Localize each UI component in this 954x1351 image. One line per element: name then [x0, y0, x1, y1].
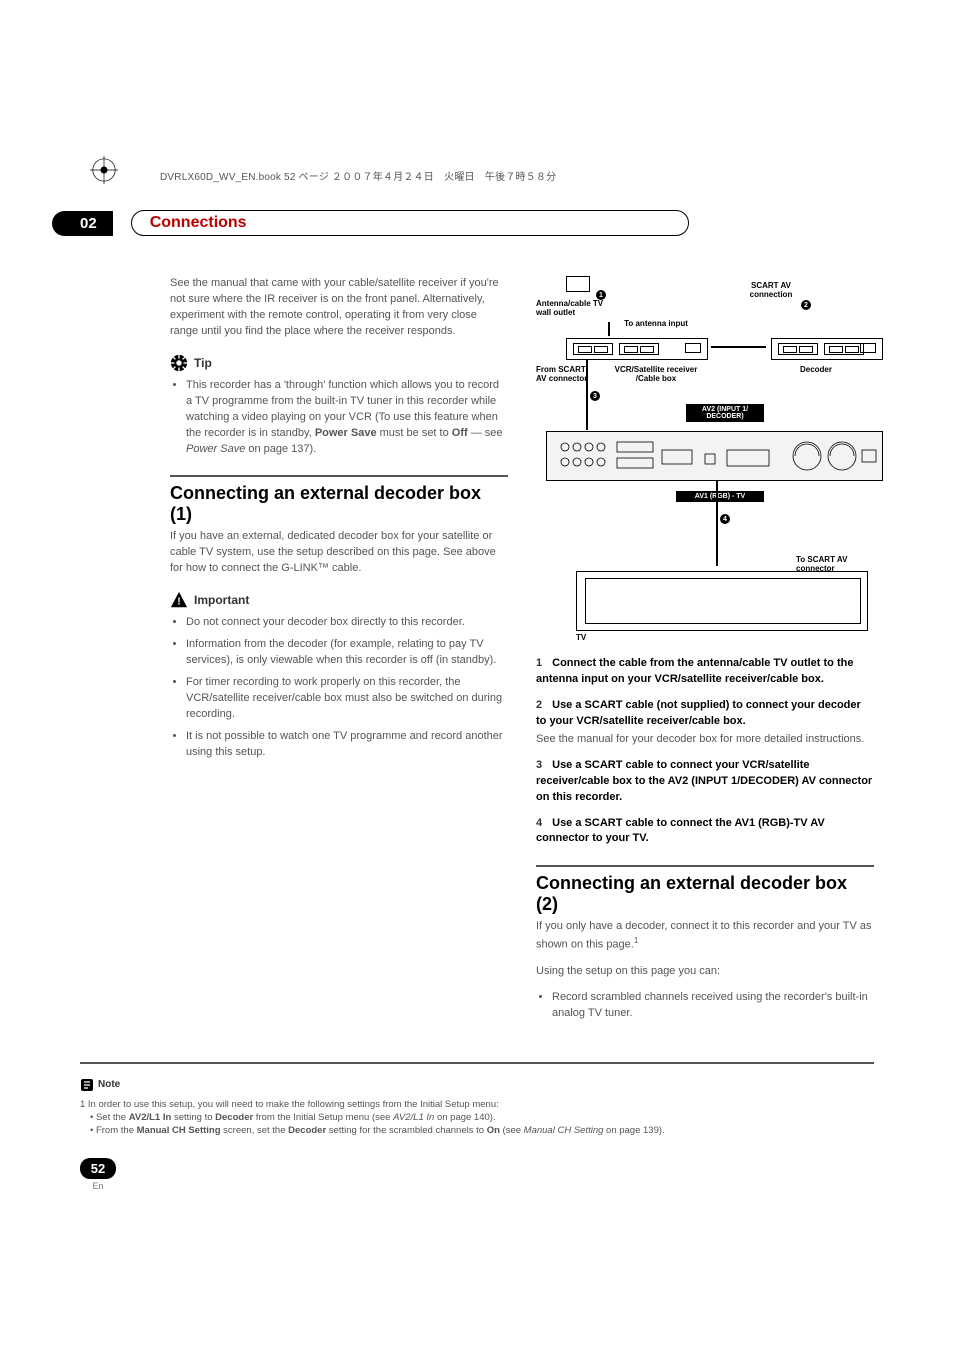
important-heading: ! Important — [170, 591, 508, 609]
tip-item: This recorder has a 'through' function w… — [186, 378, 508, 458]
important-item: Do not connect your decoder box directly… — [186, 615, 508, 631]
tv-screen — [585, 578, 861, 624]
left-column: See the manual that came with your cable… — [80, 276, 508, 1032]
important-item: Information from the decoder (for exampl… — [186, 637, 508, 669]
section-heading-1: Connecting an external decoder box (1) — [170, 483, 508, 525]
to-antenna-label: To antenna input — [616, 320, 696, 329]
callout-4: 4 — [720, 514, 730, 524]
callout-1: 1 — [596, 290, 606, 300]
callout-3: 3 — [590, 391, 600, 401]
running-header: DVRLX60D_WV_EN.book 52 ページ ２００７年４月２４日 火曜… — [160, 168, 556, 183]
av1-badge: AV1 (RGB) - TV — [676, 491, 764, 502]
chapter-header: 02 Connections — [80, 210, 874, 236]
tv-box — [576, 571, 868, 631]
arrow-down-icon — [586, 360, 588, 430]
section2-bullet: Record scrambled channels received using… — [552, 990, 874, 1022]
note-label: Note — [98, 1079, 120, 1090]
step-2: 2Use a SCART cable (not supplied) to con… — [536, 698, 874, 748]
scart-port-icon — [778, 343, 818, 355]
important-label: Important — [194, 593, 249, 607]
note-body: 1 In order to use this setup, you will n… — [80, 1098, 874, 1138]
scart-port-icon — [573, 343, 613, 355]
step-3: 3Use a SCART cable to connect your VCR/s… — [536, 758, 874, 806]
warning-icon: ! — [170, 591, 188, 609]
chapter-title: Connections — [131, 210, 689, 236]
section2-list: Record scrambled channels received using… — [536, 990, 874, 1022]
rear-panel-icon — [547, 432, 882, 480]
decoder-box — [771, 338, 883, 360]
vcr-box — [566, 338, 708, 360]
page-lang: En — [80, 1181, 116, 1191]
section-divider — [170, 475, 508, 477]
wall-outlet-icon — [566, 276, 590, 292]
tip-heading: Tip — [170, 354, 508, 372]
arrow-down-icon — [716, 481, 718, 566]
scart-port-icon — [824, 343, 864, 355]
note-icon — [80, 1078, 94, 1092]
port-icon — [860, 343, 876, 353]
page-container: DVRLX60D_WV_EN.book 52 ページ ２００７年４月２４日 火曜… — [0, 0, 954, 1251]
intro-text: See the manual that came with your cable… — [170, 276, 508, 340]
recorder-rear-panel — [546, 431, 883, 481]
wall-outlet-label: Antenna/cable TV wall outlet — [536, 300, 606, 318]
svg-text:!: ! — [177, 597, 180, 608]
connector-line — [711, 346, 766, 348]
section-heading-2: Connecting an external decoder box (2) — [536, 873, 874, 915]
step-4: 4Use a SCART cable to connect the AV1 (R… — [536, 816, 874, 848]
section1-intro: If you have an external, dedicated decod… — [170, 529, 508, 577]
page-number: 52 — [80, 1158, 116, 1179]
chapter-number: 02 — [52, 211, 113, 236]
port-icon — [685, 343, 701, 353]
connection-diagram: Antenna/cable TV wall outlet 1 SCART AV … — [536, 276, 874, 656]
important-item: For timer recording to work properly on … — [186, 675, 508, 723]
scart-port-icon — [619, 343, 659, 355]
tip-label: Tip — [194, 356, 212, 370]
tip-list: This recorder has a 'through' function w… — [170, 378, 508, 458]
section2-p2: Using the setup on this page you can: — [536, 964, 874, 980]
tv-label: TV — [576, 634, 596, 643]
section2-p1: If you only have a decoder, connect it t… — [536, 919, 874, 954]
note-heading: Note — [80, 1078, 874, 1092]
decoder-label: Decoder — [786, 366, 846, 375]
right-column: Antenna/cable TV wall outlet 1 SCART AV … — [536, 276, 874, 1032]
av2-badge: AV2 (INPUT 1/ DECODER) — [686, 404, 764, 422]
note-divider — [80, 1062, 874, 1064]
section-divider — [536, 865, 874, 867]
step-1: 1Connect the cable from the antenna/cabl… — [536, 656, 874, 688]
scart-av-conn-label: SCART AV connection — [736, 282, 806, 300]
arrow-down-icon — [608, 322, 610, 336]
callout-2: 2 — [801, 300, 811, 310]
gear-icon — [170, 354, 188, 372]
from-scart-label: From SCART AV connector — [536, 366, 598, 384]
important-list: Do not connect your decoder box directly… — [170, 615, 508, 761]
vcr-label: VCR/Satellite receiver /Cable box — [606, 366, 706, 384]
page-number-badge: 52 En — [80, 1158, 116, 1191]
important-item: It is not possible to watch one TV progr… — [186, 729, 508, 761]
